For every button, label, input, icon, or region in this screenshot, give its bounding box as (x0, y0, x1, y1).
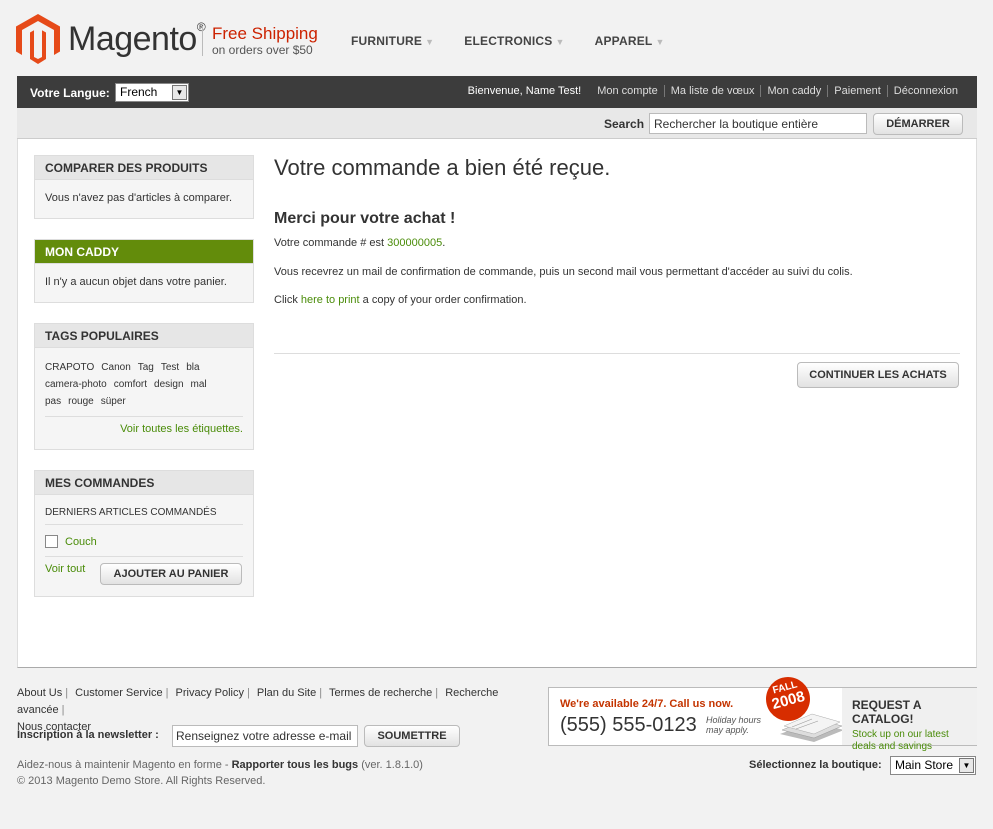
ordered-item-link[interactable]: Couch (65, 536, 97, 548)
popular-tags-block: TAGS POPULAIRES CRAPOTO Canon Tag Test bla c… (34, 323, 254, 450)
chevron-down-icon: ▼ (172, 85, 187, 100)
tag-link[interactable]: rouge (68, 396, 94, 407)
report-bugs-link[interactable]: Rapporter tous les bugs (232, 759, 359, 771)
page-title: Votre commande a bien été reçue. (274, 155, 611, 180)
print-link[interactable]: here to print (301, 294, 360, 306)
confirmation-text: Vous recevrez un mail de confirmation de… (274, 266, 853, 278)
footer-link-search-terms[interactable]: Termes de recherche (329, 687, 435, 699)
recent-ordered-heading: DERNIERS ARTICLES COMMANDÉS (45, 507, 217, 518)
store-select-value: Main Store (895, 758, 954, 772)
nav-furniture[interactable]: FURNITURE ▼ (351, 34, 434, 48)
language-label: Votre Langue: (30, 86, 110, 100)
order-number-line: Votre commande # est 300000005. (274, 237, 446, 249)
catalog-banner[interactable]: We're available 24/7. Call us now. (555)… (548, 672, 977, 752)
compare-products-block: COMPARER DES PRODUITS Vous n'avez pas d'… (34, 155, 254, 219)
divider (45, 416, 243, 417)
chevron-down-icon: ▼ (655, 37, 665, 47)
newsletter-label: Inscription à la newsletter : (17, 729, 159, 741)
thank-you-heading: Merci pour votre achat ! (274, 210, 456, 227)
banner-hours: Holiday hours may apply. (706, 715, 762, 735)
newsletter-email-input[interactable] (172, 725, 358, 747)
nav-electronics[interactable]: ELECTRONICS ▼ (464, 34, 564, 48)
language-select-value: French (120, 85, 158, 99)
chevron-down-icon: ▼ (555, 37, 565, 47)
search-button[interactable]: DÉMARRER (873, 113, 963, 135)
mini-cart-text: Il n'y a aucun objet dans votre panier. (45, 276, 227, 288)
bug-report-line: Aidez-nous à maintenir Magento en forme … (17, 759, 423, 771)
print-line: Click here to print a copy of your order… (274, 294, 527, 306)
newsletter-submit-button[interactable]: SOUMETTRE (364, 725, 460, 747)
banner-request-catalog: REQUEST A CATALOG! (852, 698, 922, 726)
footer-link-customer-service[interactable]: Customer Service (75, 687, 165, 699)
link-checkout[interactable]: Paiement (827, 85, 886, 97)
header-divider (202, 26, 203, 56)
main-nav: FURNITURE ▼ ELECTRONICS ▼ APPAREL ▼ (351, 34, 665, 48)
add-to-cart-button[interactable]: AJOUTER AU PANIER (100, 563, 242, 585)
my-orders-block: MES COMMANDES DERNIERS ARTICLES COMMANDÉ… (34, 470, 254, 597)
free-shipping-subtitle: on orders over $50 (212, 43, 313, 57)
divider (45, 556, 243, 557)
footer-link-privacy[interactable]: Privacy Policy (176, 687, 247, 699)
compare-products-text: Vous n'avez pas d'articles à comparer. (45, 192, 233, 204)
logo-registered: ® (196, 20, 206, 34)
tag-link[interactable]: Canon (101, 362, 130, 373)
tag-link[interactable]: mal (191, 379, 207, 390)
store-select[interactable]: Main Store ▼ (890, 756, 976, 775)
tag-cloud: CRAPOTO Canon Tag Test bla camera-photo comfo… (45, 359, 243, 410)
ordered-item-row: Couch (45, 535, 243, 548)
popular-tags-title: TAGS POPULAIRES (35, 324, 253, 348)
language-select[interactable]: French ▼ (115, 83, 189, 102)
tag-link[interactable]: Tag (138, 362, 154, 373)
account-links: Bienvenue, Name Test! Mon compte Ma list… (468, 85, 964, 97)
free-shipping-title: Free Shipping (212, 24, 318, 43)
link-my-account[interactable]: Mon compte (591, 85, 664, 97)
search-input[interactable] (649, 113, 867, 134)
footer-link-about[interactable]: About Us (17, 687, 65, 699)
nav-apparel[interactable]: APPAREL ▼ (595, 34, 665, 48)
tag-link[interactable]: design (154, 379, 183, 390)
view-all-orders-link[interactable]: Voir tout (45, 563, 85, 575)
my-orders-title: MES COMMANDES (35, 471, 253, 495)
search-label: Search (604, 117, 645, 131)
magento-logo-icon (16, 14, 60, 64)
chevron-down-icon: ▼ (959, 758, 974, 773)
store-select-label: Sélectionnez la boutique: (749, 759, 882, 771)
link-my-cart[interactable]: Mon caddy (760, 85, 827, 97)
divider (45, 524, 243, 525)
tag-link[interactable]: Test (161, 362, 179, 373)
continue-shopping-button[interactable]: CONTINUER LES ACHATS (797, 362, 959, 388)
tag-link[interactable]: comfort (114, 379, 147, 390)
copyright: © 2013 Magento Demo Store. All Rights Re… (17, 775, 266, 787)
order-number-link[interactable]: 300000005 (387, 237, 442, 249)
tag-link[interactable]: bla (186, 362, 199, 373)
tag-link[interactable]: pas (45, 396, 61, 407)
banner-phone: (555) 555-0123 (560, 714, 697, 736)
footer-link-sitemap[interactable]: Plan du Site (257, 687, 319, 699)
magento-logo[interactable]: Magento® (16, 14, 206, 66)
banner-stock-text: Stock up on our latest deals and savings (852, 729, 949, 752)
banner-availability: We're available 24/7. Call us now. (560, 698, 734, 710)
mini-cart-title: MON CADDY (35, 240, 253, 264)
tag-link[interactable]: camera-photo (45, 379, 107, 390)
compare-products-title: COMPARER DES PRODUITS (35, 156, 253, 180)
link-wishlist[interactable]: Ma liste de vœux (663, 85, 761, 97)
view-all-tags-link[interactable]: Voir toutes les étiquettes. (120, 423, 243, 435)
chevron-down-icon: ▼ (425, 37, 435, 47)
divider (274, 353, 960, 354)
logo-text: Magento (68, 20, 197, 58)
item-checkbox[interactable] (45, 535, 58, 548)
welcome-message: Bienvenue, Name Test! (467, 85, 582, 97)
mini-cart-block: MON CADDY Il n'y a aucun objet dans votr… (34, 239, 254, 303)
link-logout[interactable]: Déconnexion (886, 85, 964, 97)
tag-link[interactable]: süper (101, 396, 126, 407)
tag-link[interactable]: CRAPOTO (45, 362, 94, 373)
